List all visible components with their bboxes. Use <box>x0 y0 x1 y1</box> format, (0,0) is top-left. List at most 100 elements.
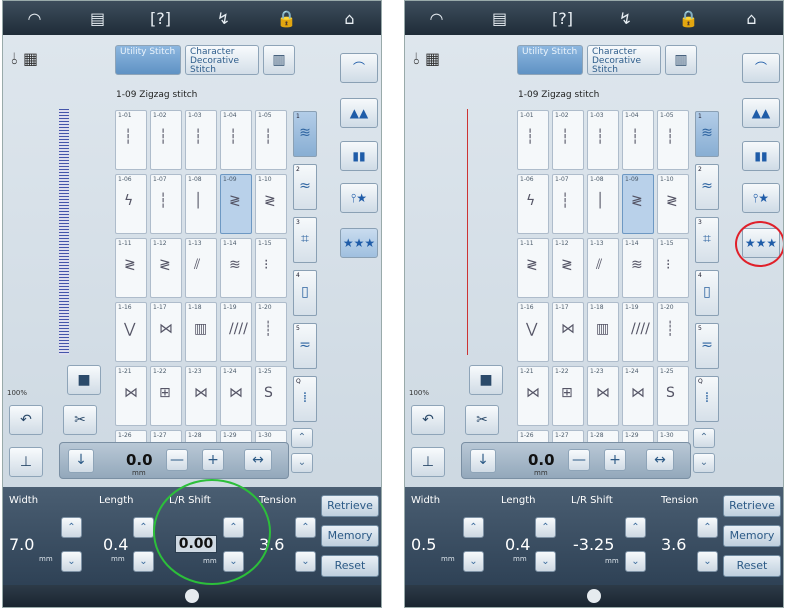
stitch-cell[interactable]: 1-08 │ <box>185 174 217 234</box>
mirror-icon[interactable]: ▲▲ <box>742 98 780 128</box>
help-icon[interactable]: [?] <box>543 9 583 28</box>
adjust-button[interactable]: ↔ <box>244 449 272 471</box>
stitch-cell[interactable]: 1-06 ϟ <box>115 174 147 234</box>
retrieve-button[interactable]: Retrieve <box>723 495 781 517</box>
utility-stitch-tab[interactable]: Utility Stitch <box>115 45 181 75</box>
category-tab[interactable]: 2 ≈ <box>695 164 719 210</box>
stitch-cell[interactable]: 1-21 ⋈ <box>517 366 549 426</box>
stitch-cell[interactable]: 1-06 ϟ <box>517 174 549 234</box>
stitch-cell[interactable]: 1-01 ┆ <box>115 110 147 170</box>
document-icon[interactable]: ▤ <box>78 9 118 28</box>
book-icon[interactable]: ▥ <box>263 45 295 75</box>
stitch-cell[interactable]: 1-15 ⁝ <box>255 238 287 298</box>
scroll-up-button[interactable]: ⌃ <box>291 428 313 448</box>
reverse-icon[interactable]: ↶ <box>411 405 445 435</box>
stitch-cell[interactable]: 1-08 │ <box>587 174 619 234</box>
width-down[interactable]: ⌄ <box>61 551 82 572</box>
stitch-cell[interactable]: 1-22 ⊞ <box>552 366 584 426</box>
lr-shift-down[interactable]: ⌄ <box>625 551 646 572</box>
presser-foot-icon[interactable]: ↯ <box>606 9 646 28</box>
home-icon[interactable]: ⌂ <box>732 9 772 28</box>
category-tab[interactable]: 1 ≋ <box>293 111 317 157</box>
stitch-cell[interactable]: 1-25 S <box>657 366 689 426</box>
stitch-cell[interactable]: 1-10 ≷ <box>255 174 287 234</box>
stitch-cell[interactable]: 1-09 ≷ <box>220 174 252 234</box>
needle-stop-icon[interactable]: ⫯★ <box>340 183 378 213</box>
utility-stitch-tab[interactable]: Utility Stitch <box>517 45 583 75</box>
stitch-cell[interactable]: 1-23 ⋈ <box>185 366 217 426</box>
stitch-cell[interactable]: 1-24 ⋈ <box>220 366 252 426</box>
stitch-cell[interactable]: 1-25 S <box>255 366 287 426</box>
category-tab[interactable]: 5 ≂ <box>293 323 317 369</box>
length-up[interactable]: ⌃ <box>535 517 556 538</box>
stitch-cell[interactable]: 1-03 ┆ <box>185 110 217 170</box>
stitch-cell[interactable]: 1-03 ┆ <box>587 110 619 170</box>
home-dot-icon[interactable] <box>587 589 601 603</box>
memory-button[interactable]: Memory <box>723 525 781 547</box>
category-tab[interactable]: 3 ⌗ <box>695 217 719 263</box>
category-tab[interactable]: 4 ▯ <box>695 270 719 316</box>
reverse-icon[interactable]: ↶ <box>9 405 43 435</box>
category-tab[interactable]: Q ⁞ <box>695 376 719 422</box>
tension-up[interactable]: ⌃ <box>295 517 316 538</box>
scissors-icon[interactable]: ✂ <box>465 405 499 435</box>
needle-icon[interactable]: ↓ <box>470 449 496 473</box>
stitch-cell[interactable]: 1-07 ┆ <box>552 174 584 234</box>
stitch-cell[interactable]: 1-05 ┆ <box>657 110 689 170</box>
stitch-cell[interactable]: 1-16 ⋁ <box>517 302 549 362</box>
book-icon[interactable]: ▥ <box>665 45 697 75</box>
width-down[interactable]: ⌄ <box>463 551 484 572</box>
stitch-cell[interactable]: 1-16 ⋁ <box>115 302 147 362</box>
stitch-cell[interactable]: 1-20 ┊ <box>657 302 689 362</box>
stars-icon[interactable]: ★★★ <box>340 228 378 258</box>
scissors-icon[interactable]: ✂ <box>63 405 97 435</box>
thread-cutter-icon[interactable]: ⌒ <box>340 53 378 83</box>
wifi-icon[interactable]: ◠ <box>15 9 55 28</box>
stitch-cell[interactable]: 1-04 ┆ <box>220 110 252 170</box>
stitch-cell[interactable]: 1-23 ⋈ <box>587 366 619 426</box>
stitch-cell[interactable]: 1-13 ⫽ <box>587 238 619 298</box>
foot-icon[interactable]: ⊥ <box>9 447 43 477</box>
category-tab[interactable]: Q ⁞ <box>293 376 317 422</box>
scroll-down-button[interactable]: ⌄ <box>693 453 715 473</box>
scroll-down-button[interactable]: ⌄ <box>291 453 313 473</box>
thread-cutter-icon[interactable]: ⌒ <box>742 53 780 83</box>
adjust-button[interactable]: ↔ <box>646 449 674 471</box>
length-up[interactable]: ⌃ <box>133 517 154 538</box>
stitch-cell[interactable]: 1-12 ≷ <box>552 238 584 298</box>
stitch-cell[interactable]: 1-11 ≷ <box>517 238 549 298</box>
reset-button[interactable]: Reset <box>321 555 379 577</box>
reset-button[interactable]: Reset <box>723 555 781 577</box>
stitch-cell[interactable]: 1-18 ▥ <box>587 302 619 362</box>
tension-up[interactable]: ⌃ <box>697 517 718 538</box>
stitch-cell[interactable]: 1-01 ┆ <box>517 110 549 170</box>
stitch-cell[interactable]: 1-17 ⋈ <box>150 302 182 362</box>
character-stitch-tab[interactable]: Character Decorative Stitch <box>587 45 661 75</box>
stitch-cell[interactable]: 1-22 ⊞ <box>150 366 182 426</box>
lock-icon[interactable]: 🔒 <box>669 9 709 28</box>
needle-icon[interactable]: ↓ <box>68 449 94 473</box>
stitch-cell[interactable]: 1-13 ⫽ <box>185 238 217 298</box>
stitch-cell[interactable]: 1-19 //// <box>622 302 654 362</box>
character-stitch-tab[interactable]: Character Decorative Stitch <box>185 45 259 75</box>
lr-shift-up[interactable]: ⌃ <box>625 517 646 538</box>
category-tab[interactable]: 4 ▯ <box>293 270 317 316</box>
category-tab[interactable]: 5 ≂ <box>695 323 719 369</box>
stitch-cell[interactable]: 1-10 ≷ <box>657 174 689 234</box>
category-tab[interactable]: 1 ≋ <box>695 111 719 157</box>
home-icon[interactable]: ⌂ <box>330 9 370 28</box>
presser-foot-icon[interactable]: ↯ <box>204 9 244 28</box>
stitch-cell[interactable]: 1-18 ▥ <box>185 302 217 362</box>
stop-icon[interactable]: ■ <box>67 365 101 395</box>
mirror-icon[interactable]: ▲▲ <box>340 98 378 128</box>
stitch-cell[interactable]: 1-19 //// <box>220 302 252 362</box>
stitch-cell[interactable]: 1-24 ⋈ <box>622 366 654 426</box>
help-icon[interactable]: [?] <box>141 9 181 28</box>
stitch-cell[interactable]: 1-02 ┆ <box>552 110 584 170</box>
home-dot-icon[interactable] <box>185 589 199 603</box>
stitch-cell[interactable]: 1-14 ≋ <box>220 238 252 298</box>
plus-button[interactable]: + <box>202 449 224 471</box>
stitch-cell[interactable]: 1-07 ┆ <box>150 174 182 234</box>
stitch-cell[interactable]: 1-17 ⋈ <box>552 302 584 362</box>
stitch-cell[interactable]: 1-20 ┊ <box>255 302 287 362</box>
